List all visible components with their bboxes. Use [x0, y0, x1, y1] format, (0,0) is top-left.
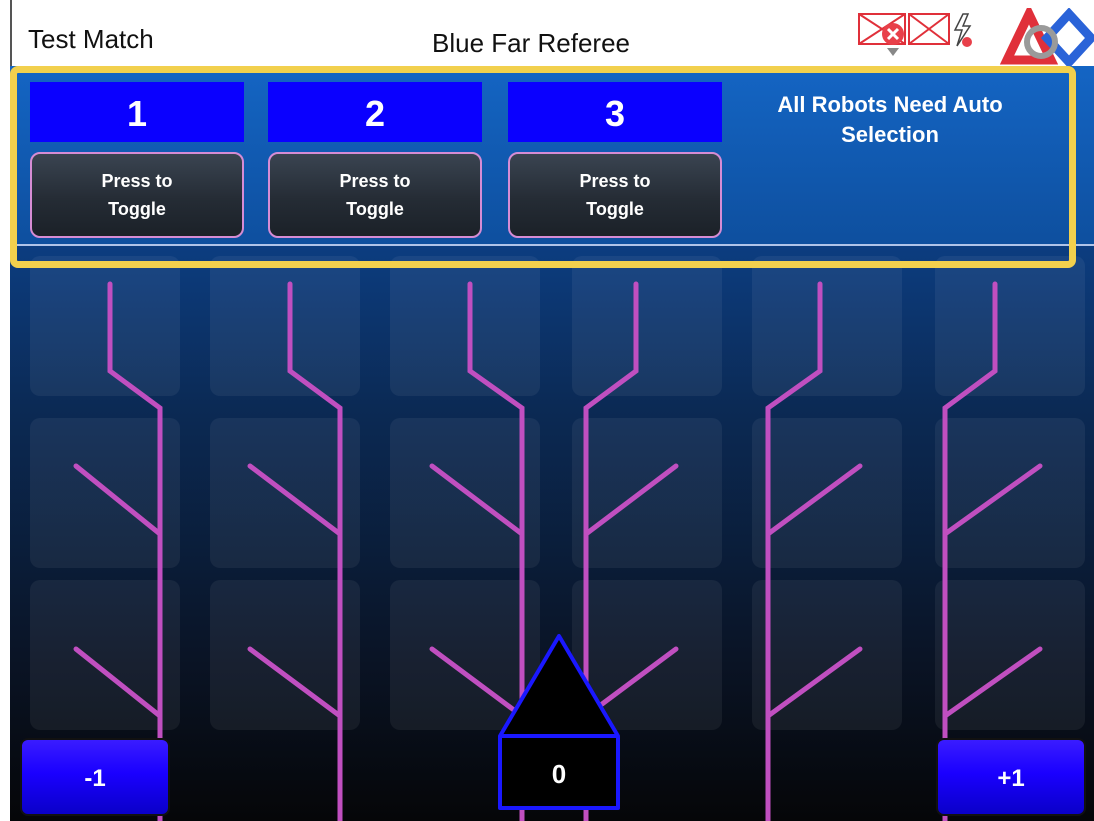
status-icons — [858, 13, 972, 56]
power-warning-icon — [953, 13, 972, 47]
field-view: 1 2 3 Press to Toggle Press to Toggle Pr… — [10, 66, 1094, 821]
increment-button[interactable]: +1 — [936, 738, 1086, 816]
counter-value: 0 — [551, 759, 567, 789]
referee-title: Blue Far Referee — [432, 28, 630, 58]
branch-2 — [247, 281, 343, 821]
branch-5 — [765, 281, 863, 821]
first-logo-icon — [999, 8, 1094, 66]
toggle-button-label: Press to Toggle — [101, 171, 173, 219]
robot-number-1: 1 — [30, 82, 244, 142]
robot-selection-panel: 1 2 3 Press to Toggle Press to Toggle Pr… — [10, 66, 1094, 246]
robot-number-2: 2 — [268, 82, 482, 142]
error-badge-icon — [858, 13, 906, 56]
toggle-button-robot-2[interactable]: Press to Toggle — [268, 152, 482, 238]
mail-crossed-icon — [908, 13, 950, 45]
robot-number-3: 3 — [508, 82, 722, 142]
toggle-button-robot-3[interactable]: Press to Toggle — [508, 152, 722, 238]
header-bar: Test Match Blue Far Referee — [10, 0, 1094, 66]
toggle-button-robot-1[interactable]: Press to Toggle — [30, 152, 244, 238]
referee-screen: Test Match Blue Far Referee 1 2 3 Press … — [0, 0, 1094, 821]
panel-divider — [10, 244, 1094, 246]
auto-selection-message: All Robots Need Auto Selection — [777, 92, 1003, 147]
toggle-button-label: Press to Toggle — [579, 171, 651, 219]
match-name: Test Match — [28, 24, 154, 54]
decrement-button[interactable]: -1 — [20, 738, 170, 816]
toggle-button-label: Press to Toggle — [339, 171, 411, 219]
